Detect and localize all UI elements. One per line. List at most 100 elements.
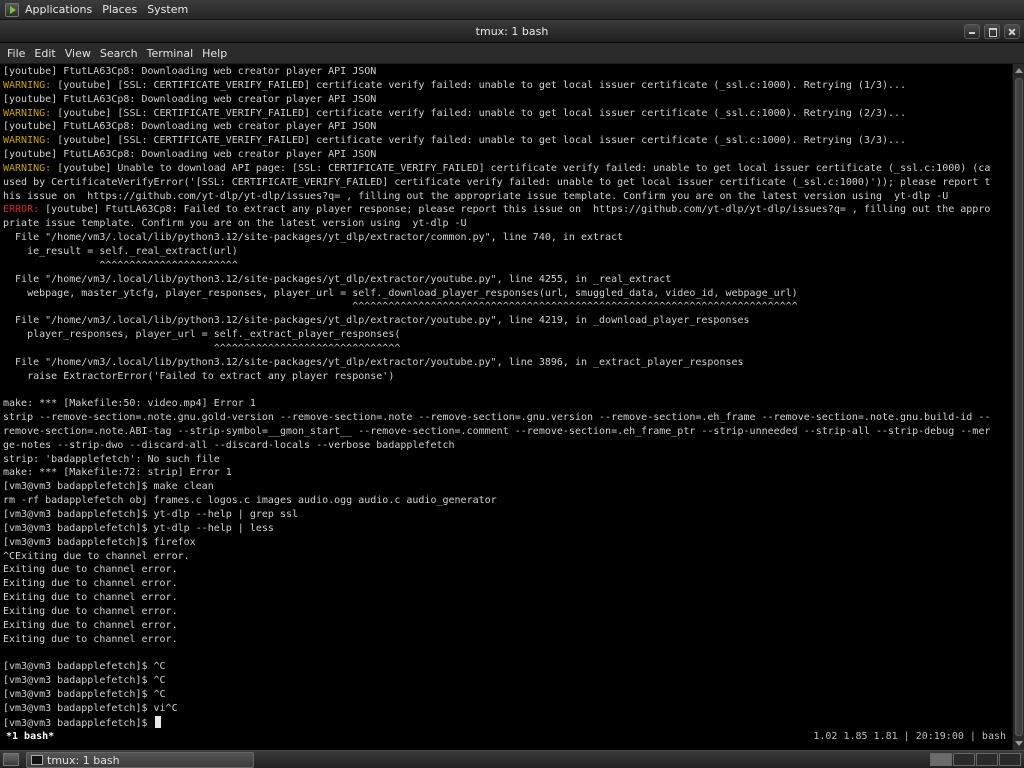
tmux-status-right: 1.02 1.85 1.81 | 20:19:00 | bash xyxy=(813,731,1006,742)
terminal-line-text: his issue on https://github.com/yt-dlp/y… xyxy=(3,190,949,202)
terminal-line-text: rm -rf badapplefetch obj frames.c logos.… xyxy=(3,495,497,507)
top-panel: Applications Places System xyxy=(0,0,1024,20)
terminal-line-text: ^CExiting due to channel error. xyxy=(3,550,190,562)
terminal-cursor xyxy=(154,715,161,728)
places-menu[interactable]: Places xyxy=(99,3,144,16)
terminal-line-text: make: *** [Makefile:72: strip] Error 1 xyxy=(3,467,232,479)
applications-menu[interactable]: Applications xyxy=(25,3,99,16)
terminal-line: make: *** [Makefile:72: strip] Error 1 xyxy=(3,466,1011,480)
terminal-line-text: [youtube] [SSL: CERTIFICATE_VERIFY_FAILE… xyxy=(51,79,907,91)
terminal-line-text: [youtube] FtutLA63Cp8: Downloading web c… xyxy=(3,93,377,105)
terminal-line: WARNING: [youtube] Unable to download AP… xyxy=(3,162,1011,176)
terminal-menubar: File Edit View Search Terminal Help xyxy=(0,43,1024,64)
terminal-line: webpage, master_ytcfg, player_responses,… xyxy=(3,287,1011,301)
minimize-icon[interactable] xyxy=(964,24,980,39)
terminal-line: rm -rf badapplefetch obj frames.c logos.… xyxy=(3,494,1011,508)
terminal-line: [vm3@vm3 badapplefetch]$ xyxy=(3,715,1011,730)
terminal-line-text: [youtube] FtutLA63Cp8: Failed to extract… xyxy=(39,204,991,216)
menu-file[interactable]: File xyxy=(0,47,25,60)
workspace-3[interactable] xyxy=(976,753,998,766)
terminal-line-text: [vm3@vm3 badapplefetch]$ make clean xyxy=(3,481,214,493)
system-menu[interactable]: System xyxy=(144,3,195,16)
maximize-icon[interactable] xyxy=(984,24,1000,39)
terminal-line: File "/home/vm3/.local/lib/python3.12/si… xyxy=(3,231,1011,245)
terminal-line: WARNING: [youtube] [SSL: CERTIFICATE_VER… xyxy=(3,107,1011,121)
close-icon[interactable] xyxy=(1004,24,1020,39)
workspace-1[interactable] xyxy=(930,753,952,766)
tmux-status-bar: *1 bash* 1.02 1.85 1.81 | 20:19:00 | bas… xyxy=(0,730,1012,744)
terminal-line: ^^^^^^^^^^^^^^^^^^^^^^^^^^^^^^^ xyxy=(3,342,1011,356)
workspace-switcher[interactable] xyxy=(930,753,1021,766)
terminal-line-text: [youtube] [SSL: CERTIFICATE_VERIFY_FAILE… xyxy=(51,135,907,147)
workspace-4[interactable] xyxy=(999,753,1021,766)
terminal-line: Exiting due to channel error. xyxy=(3,633,1011,647)
taskbar-window-button[interactable]: tmux: 1 bash xyxy=(26,752,254,768)
terminal-line: File "/home/vm3/.local/lib/python3.12/si… xyxy=(3,273,1011,287)
terminal-line-text: [youtube] [SSL: CERTIFICATE_VERIFY_FAILE… xyxy=(51,107,907,119)
scroll-up-arrow-icon[interactable] xyxy=(1014,66,1024,76)
terminal-line: [youtube] FtutLA63Cp8: Downloading web c… xyxy=(3,93,1011,107)
terminal-line: ie_result = self._real_extract(url) xyxy=(3,245,1011,259)
workspace-2[interactable] xyxy=(953,753,975,766)
terminal-line-text: [vm3@vm3 badapplefetch]$ ^C xyxy=(3,688,166,700)
terminal-line: Exiting due to channel error. xyxy=(3,591,1011,605)
terminal-line: ERROR: [youtube] FtutLA63Cp8: Failed to … xyxy=(3,203,1011,217)
terminal-line: Exiting due to channel error. xyxy=(3,619,1011,633)
terminal-line: ^^^^^^^^^^^^^^^^^^^^^^^^^^^^^^^^^^^^^^^^… xyxy=(3,300,1011,314)
terminal-line-text: used by CertificateVerifyError('[SSL: CE… xyxy=(3,176,991,188)
scroll-down-arrow-icon[interactable] xyxy=(1014,738,1024,748)
terminal-line-text: [vm3@vm3 badapplefetch]$ xyxy=(3,717,154,729)
terminal-line-text: player_responses, player_url = self._ext… xyxy=(3,329,401,341)
menu-terminal[interactable]: Terminal xyxy=(140,47,194,60)
terminal-line-text: File "/home/vm3/.local/lib/python3.12/si… xyxy=(3,356,744,368)
menu-search[interactable]: Search xyxy=(93,47,138,60)
menu-help[interactable]: Help xyxy=(195,47,227,60)
terminal-line: WARNING: [youtube] [SSL: CERTIFICATE_VER… xyxy=(3,79,1011,93)
terminal-line-text: [vm3@vm3 badapplefetch]$ yt-dlp --help |… xyxy=(3,509,299,520)
terminal-line-text: Exiting due to channel error. xyxy=(3,578,178,590)
terminal-line-text: remove-section=.note.ABI-tag --strip-sym… xyxy=(3,425,991,437)
terminal-line-text: File "/home/vm3/.local/lib/python3.12/si… xyxy=(3,315,750,327)
terminal-line: [vm3@vm3 badapplefetch]$ ^C xyxy=(3,660,1011,674)
terminal-output[interactable]: [youtube] FtutLA63Cp8: Downloading web c… xyxy=(0,64,1012,750)
warning-prefix: WARNING: xyxy=(3,162,52,174)
terminal-line: ^^^^^^^^^^^^^^^^^^^^^^^ xyxy=(3,259,1011,273)
terminal-line-text: ie_result = self._real_extract(url) xyxy=(3,245,238,257)
terminal-line: [vm3@vm3 badapplefetch]$ firefox xyxy=(3,536,1011,550)
terminal-line: Exiting due to channel error. xyxy=(3,563,1011,577)
terminal-line-text: raise ExtractorError('Failed to extract … xyxy=(3,370,395,382)
terminal-line: File "/home/vm3/.local/lib/python3.12/si… xyxy=(3,314,1011,328)
terminal-line: [vm3@vm3 badapplefetch]$ yt-dlp --help |… xyxy=(3,508,1011,522)
window-titlebar[interactable]: tmux: 1 bash xyxy=(0,20,1024,43)
applications-launcher-icon[interactable] xyxy=(5,2,19,17)
terminal-line: WARNING: [youtube] [SSL: CERTIFICATE_VER… xyxy=(3,134,1011,148)
scrollbar-thumb[interactable] xyxy=(1015,78,1023,736)
bottom-taskbar: tmux: 1 bash xyxy=(0,750,1024,768)
error-prefix: ERROR: xyxy=(3,204,40,216)
menu-edit[interactable]: Edit xyxy=(27,47,55,60)
terminal-line: used by CertificateVerifyError('[SSL: CE… xyxy=(3,176,1011,190)
terminal-line-text: strip --remove-section=.note.gnu.gold-ve… xyxy=(3,412,991,424)
show-desktop-icon[interactable] xyxy=(3,753,19,766)
terminal-icon xyxy=(31,755,43,765)
tmux-window-list[interactable]: *1 bash* xyxy=(6,730,54,744)
terminal-line: [vm3@vm3 badapplefetch]$ make clean xyxy=(3,480,1011,494)
terminal-line-text: ge-notes --strip-dwo --discard-all --dis… xyxy=(3,439,455,451)
terminal-line: make: *** [Makefile:50: video.mp4] Error… xyxy=(3,397,1011,411)
terminal-line: ^CExiting due to channel error. xyxy=(3,550,1011,564)
terminal-line: [vm3@vm3 badapplefetch]$ vi^C xyxy=(3,702,1011,716)
terminal-line: his issue on https://github.com/yt-dlp/y… xyxy=(3,190,1011,204)
warning-prefix: WARNING: xyxy=(3,135,52,147)
terminal-line-text: File "/home/vm3/.local/lib/python3.12/si… xyxy=(3,232,624,244)
terminal-line-text: [vm3@vm3 badapplefetch]$ vi^C xyxy=(3,702,178,714)
terminal-line-text: [vm3@vm3 badapplefetch]$ yt-dlp --help |… xyxy=(3,522,274,534)
terminal-line-text: Exiting due to channel error. xyxy=(3,633,178,645)
terminal-line-text: Exiting due to channel error. xyxy=(3,619,178,631)
menu-view[interactable]: View xyxy=(58,47,91,60)
terminal-line: strip: 'badapplefetch': No such file xyxy=(3,453,1011,467)
terminal-line-text: Exiting due to channel error. xyxy=(3,564,178,576)
taskbar-window-label: tmux: 1 bash xyxy=(47,753,120,767)
terminal-scrollbar[interactable] xyxy=(1012,64,1024,750)
terminal-line: [youtube] FtutLA63Cp8: Downloading web c… xyxy=(3,148,1011,162)
